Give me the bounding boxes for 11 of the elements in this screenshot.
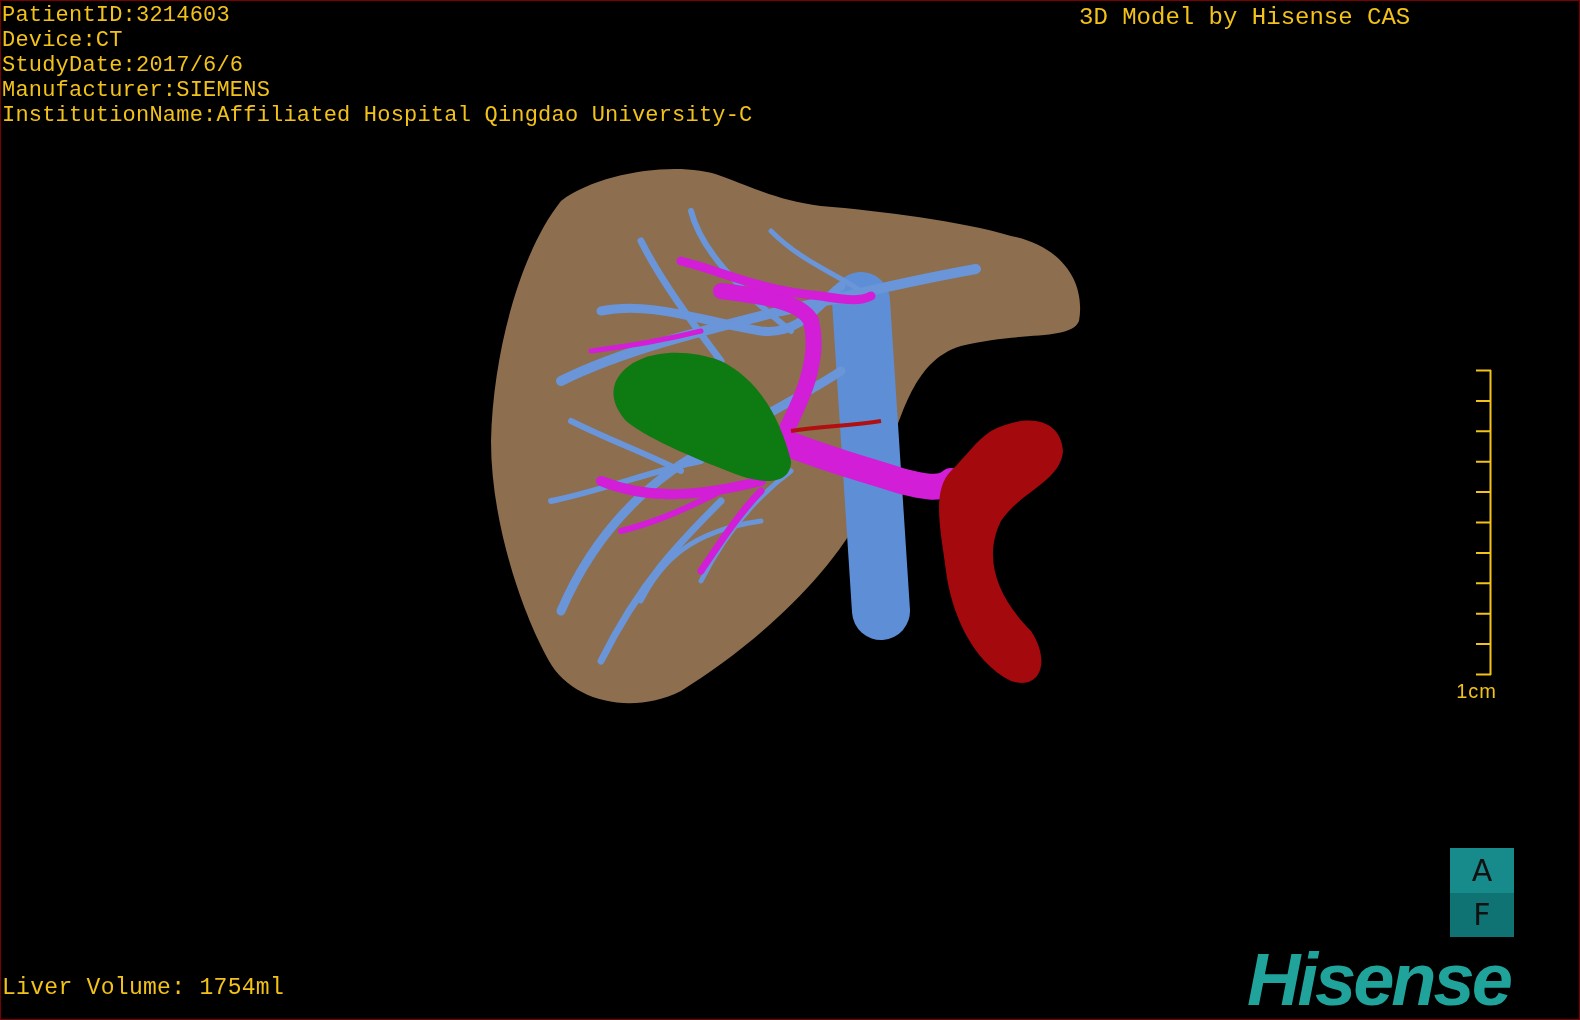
model-credit: 3D Model by Hisense CAS (1079, 5, 1411, 31)
liver-volume: Liver Volume: 1754ml (2, 975, 285, 1001)
brand-logo: Hisense (1247, 945, 1510, 1015)
study-info-line: Device:CT (2, 28, 124, 53)
study-info-line: Manufacturer:SIEMENS (2, 78, 272, 103)
study-info-line: PatientID:3214603 (2, 3, 231, 28)
study-info-line: StudyDate:2017/6/6 (2, 53, 245, 78)
scale-bar-label: 1cm (1456, 680, 1497, 702)
study-info-line: InstitutionName:Affiliated Hospital Qingdao University-C (2, 103, 753, 128)
orientation-cube-face[interactable]: A (1450, 848, 1514, 893)
orientation-cube-face[interactable]: F (1450, 892, 1514, 937)
